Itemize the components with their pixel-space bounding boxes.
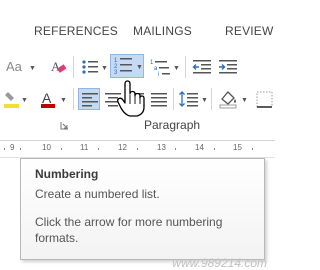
svg-text:A: A	[42, 90, 52, 106]
decrease-indent-icon	[192, 60, 211, 74]
separator	[173, 88, 174, 110]
ruler-number: 10	[42, 143, 51, 152]
multilevel-list-button[interactable]: 1 a i ▼	[148, 56, 182, 78]
tab-review[interactable]: REVIEW	[225, 24, 274, 38]
text-highlight-button[interactable]: ▼	[2, 88, 28, 110]
separator	[185, 56, 186, 78]
clear-formatting-icon: A	[51, 59, 67, 74]
tooltip-description: Create a numbered list.	[35, 187, 160, 201]
chevron-down-icon: ▼	[241, 97, 248, 104]
tab-mailings[interactable]: MAILINGS	[133, 24, 192, 38]
borders-button[interactable]	[252, 88, 275, 110]
numbering-tooltip: Numbering Create a numbered list. Click …	[20, 158, 265, 260]
borders-icon	[256, 91, 273, 108]
change-case-icon: Aa	[6, 59, 22, 74]
ribbon-paragraph-area: Aa ▼ A ▼ 1 2 3 ▼ 1 a i ▼ ▼ A ▼ ▼ ▼ Parag…	[0, 44, 275, 141]
font-color-icon: A	[41, 90, 55, 108]
separator	[211, 88, 212, 110]
ruler-number: 12	[118, 143, 127, 152]
tooltip-hint: Click the arrow for more numbering forma…	[35, 215, 223, 245]
hand-cursor-icon	[117, 80, 145, 117]
horizontal-ruler[interactable]: 9 10 11 12 13 14 15	[0, 141, 275, 158]
bullets-button[interactable]: ▼	[78, 56, 108, 78]
bullets-icon	[82, 60, 98, 74]
chevron-down-icon: ▼	[21, 97, 28, 104]
separator	[73, 56, 74, 78]
font-color-button[interactable]: A ▼	[36, 88, 68, 110]
increase-indent-icon	[219, 60, 237, 74]
highlight-icon	[4, 92, 19, 108]
increase-indent-button[interactable]	[216, 56, 240, 78]
separator	[73, 88, 74, 110]
line-spacing-icon	[179, 91, 198, 107]
ruler-number: 14	[195, 143, 204, 152]
ruler-number: 13	[157, 143, 166, 152]
align-left-button[interactable]	[78, 88, 100, 110]
tooltip-title: Numbering	[35, 167, 99, 181]
change-case-button[interactable]: Aa ▼	[2, 56, 36, 78]
tab-references[interactable]: REFERENCES	[34, 24, 118, 38]
chevron-down-icon: ▼	[173, 65, 180, 72]
ruler-number: 9	[10, 143, 15, 152]
watermark: www.989214.com	[172, 256, 267, 270]
justify-icon	[151, 93, 167, 107]
ruler-number: 15	[233, 143, 242, 152]
decrease-indent-button[interactable]	[190, 56, 214, 78]
shading-button[interactable]: ▼	[216, 88, 248, 110]
justify-button[interactable]	[147, 88, 169, 110]
numbering-button[interactable]: 1 2 3 ▼	[110, 54, 144, 78]
chevron-down-icon[interactable]: ▼	[136, 64, 143, 71]
align-left-icon	[82, 93, 98, 107]
chevron-down-icon: ▼	[201, 97, 208, 104]
clear-formatting-button[interactable]: A	[48, 56, 70, 78]
chevron-down-icon: ▼	[101, 65, 108, 72]
dialog-launcher-icon[interactable]	[60, 121, 69, 130]
line-spacing-button[interactable]: ▼	[176, 88, 208, 110]
shading-icon	[219, 91, 237, 109]
svg-text:i: i	[158, 72, 159, 77]
numbering-icon: 1 2 3	[114, 58, 132, 76]
multilevel-list-icon: 1 a i	[150, 60, 170, 77]
ribbon-tabs: REFERENCES MAILINGS REVIEW	[0, 0, 275, 44]
svg-text:3: 3	[114, 70, 118, 76]
group-label-paragraph: Paragraph	[144, 118, 201, 132]
chevron-down-icon: ▼	[60, 97, 67, 104]
ruler-number: 11	[80, 143, 89, 152]
chevron-down-icon: ▼	[29, 65, 36, 72]
